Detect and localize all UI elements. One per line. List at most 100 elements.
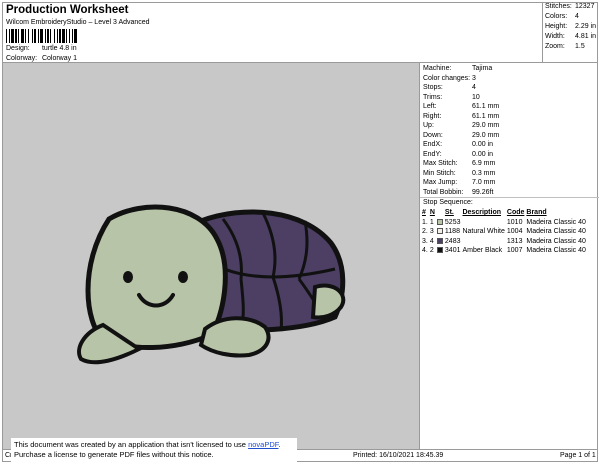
- row-description: [462, 218, 506, 228]
- param-trims: Trims: 10: [423, 94, 480, 101]
- row-brand: Madeira Classic 40: [526, 247, 586, 255]
- right-label: Right:: [423, 112, 442, 120]
- row-number: 1.: [422, 218, 428, 226]
- right-value: 61.1 mm: [472, 112, 500, 120]
- param-down: Down: 29.0 mm: [423, 132, 499, 139]
- stops-value: 4: [472, 84, 476, 91]
- zoom-label: Zoom:: [545, 43, 565, 50]
- notice-line-1: This document was created by an applicat…: [14, 440, 294, 450]
- table-row: 2. 3 1188 Natural White 1004 Madeira Cla…: [422, 227, 588, 237]
- table-header-row: # N St. Description Code Brand: [422, 208, 588, 218]
- endx-label: EndX:: [423, 141, 443, 148]
- up-value: 29.0 mm: [472, 122, 500, 129]
- param-endx: EndX: 0.00 in: [423, 141, 493, 148]
- row-stitches: 2483: [444, 237, 461, 245]
- notice-period: .: [278, 440, 281, 449]
- colorway-label: Colorway:: [6, 55, 38, 62]
- param-machine: Machine: Tajima: [423, 65, 492, 72]
- stop-sequence-title: Stop Sequence:: [423, 199, 473, 206]
- color-swatch: [436, 218, 443, 225]
- color-changes-label: Color changes:: [423, 74, 471, 82]
- up-label: Up:: [423, 122, 434, 129]
- row-number: 3.: [422, 237, 428, 245]
- design-value: turtle 4.8 in: [41, 45, 77, 52]
- col-header-brand: Brand: [526, 209, 547, 217]
- row-stitches: 3401: [444, 247, 461, 255]
- row-description: [462, 237, 506, 247]
- printed-timestamp: Printed: 16/10/2021 18:45.39: [353, 452, 444, 459]
- table-row: 3. 4 2483 1313 Madeira Classic 40: [422, 237, 588, 247]
- max-stitch-value: 6.9 mm: [472, 160, 496, 167]
- height-row: Height: 2.29 in: [545, 23, 596, 30]
- color-swatch: [436, 247, 443, 254]
- colors-value: 4: [575, 13, 579, 20]
- max-stitch-label: Max Stitch:: [423, 160, 458, 167]
- param-min-stitch: Min Stitch: 0.3 mm: [423, 170, 495, 177]
- col-header-number: #: [422, 209, 426, 217]
- row-code: 1007: [506, 247, 523, 255]
- param-endy: EndY: 0.00 in: [423, 151, 493, 158]
- color-swatch: [436, 228, 443, 235]
- stitches-row: Stitches: 12327: [545, 3, 594, 10]
- machine-label: Machine:: [423, 65, 452, 72]
- color-swatch-cell: [436, 227, 445, 237]
- row-description: Natural White: [462, 228, 505, 236]
- param-color-changes: Color changes: 3: [423, 75, 476, 82]
- stops-label: Stops:: [423, 84, 443, 91]
- max-jump-value: 7.0 mm: [472, 179, 496, 186]
- trims-value: 10: [472, 93, 480, 101]
- table-row: 4. 2 3401 Amber Black 1007 Madeira Class…: [422, 246, 588, 256]
- colorway-value: Colorway 1: [41, 55, 77, 62]
- novapdf-link[interactable]: novaPDF: [248, 440, 278, 449]
- table-row: 1. 1 5253 1010 Madeira Classic 40: [422, 218, 588, 228]
- total-bobbin-value: 99.26ft: [472, 188, 494, 196]
- page-number: Page 1 of 1: [560, 452, 596, 459]
- min-stitch-label: Min Stitch:: [423, 169, 456, 177]
- row-stitches: 1188: [444, 228, 460, 236]
- col-header-swatch: [437, 208, 445, 218]
- down-value: 29.0 mm: [472, 131, 500, 139]
- param-stops: Stops: 4: [423, 84, 476, 91]
- notice-text: This document was created by an applicat…: [14, 440, 249, 449]
- row-code: 1010: [506, 218, 523, 226]
- colors-row: Colors: 4: [545, 13, 579, 20]
- down-label: Down:: [423, 131, 443, 139]
- software-name: Wilcom EmbroideryStudio – Level 3 Advanc…: [6, 19, 150, 26]
- colors-label: Colors:: [545, 13, 568, 20]
- width-row: Width: 4.81 in: [545, 33, 596, 40]
- row-needle: 4: [429, 237, 434, 245]
- stitches-value: 12327: [575, 3, 595, 10]
- endy-label: EndY:: [423, 150, 442, 158]
- design-row: Design: turtle 4.8 in: [6, 45, 77, 52]
- stitches-label: Stitches:: [545, 3, 572, 10]
- width-label: Width:: [545, 33, 565, 40]
- row-needle: 1: [429, 218, 434, 226]
- color-swatch-cell: [436, 218, 445, 228]
- row-code: 1313: [506, 237, 523, 245]
- height-label: Height:: [545, 23, 568, 30]
- trims-label: Trims:: [423, 93, 443, 101]
- color-swatch-cell: [436, 237, 445, 247]
- endx-value: 0.00 in: [472, 141, 494, 148]
- row-number: 4.: [422, 247, 428, 255]
- row-brand: Madeira Classic 40: [526, 228, 586, 236]
- height-value: 2.29 in: [575, 23, 597, 30]
- zoom-row: Zoom: 1.5: [545, 43, 585, 50]
- turtle-design-image: [77, 204, 346, 365]
- param-total-bobbin: Total Bobbin: 99.26ft: [423, 189, 493, 196]
- param-up: Up: 29.0 mm: [423, 122, 499, 129]
- row-needle: 2: [429, 247, 434, 255]
- machine-value: Tajima: [472, 65, 493, 72]
- row-stitches: 5253: [444, 218, 461, 226]
- left-value: 61.1 mm: [472, 103, 500, 110]
- col-header-stitches: St.: [444, 209, 454, 217]
- design-preview: [3, 63, 419, 449]
- row-number: 2.: [422, 228, 428, 236]
- total-bobbin-label: Total Bobbin:: [423, 188, 464, 196]
- max-jump-label: Max Jump:: [423, 179, 458, 186]
- row-brand: Madeira Classic 40: [526, 237, 586, 245]
- param-max-stitch: Max Stitch: 6.9 mm: [423, 160, 495, 167]
- page-title: Production Worksheet: [6, 4, 129, 16]
- barcode: [6, 29, 77, 43]
- endy-value: 0.00 in: [472, 150, 494, 158]
